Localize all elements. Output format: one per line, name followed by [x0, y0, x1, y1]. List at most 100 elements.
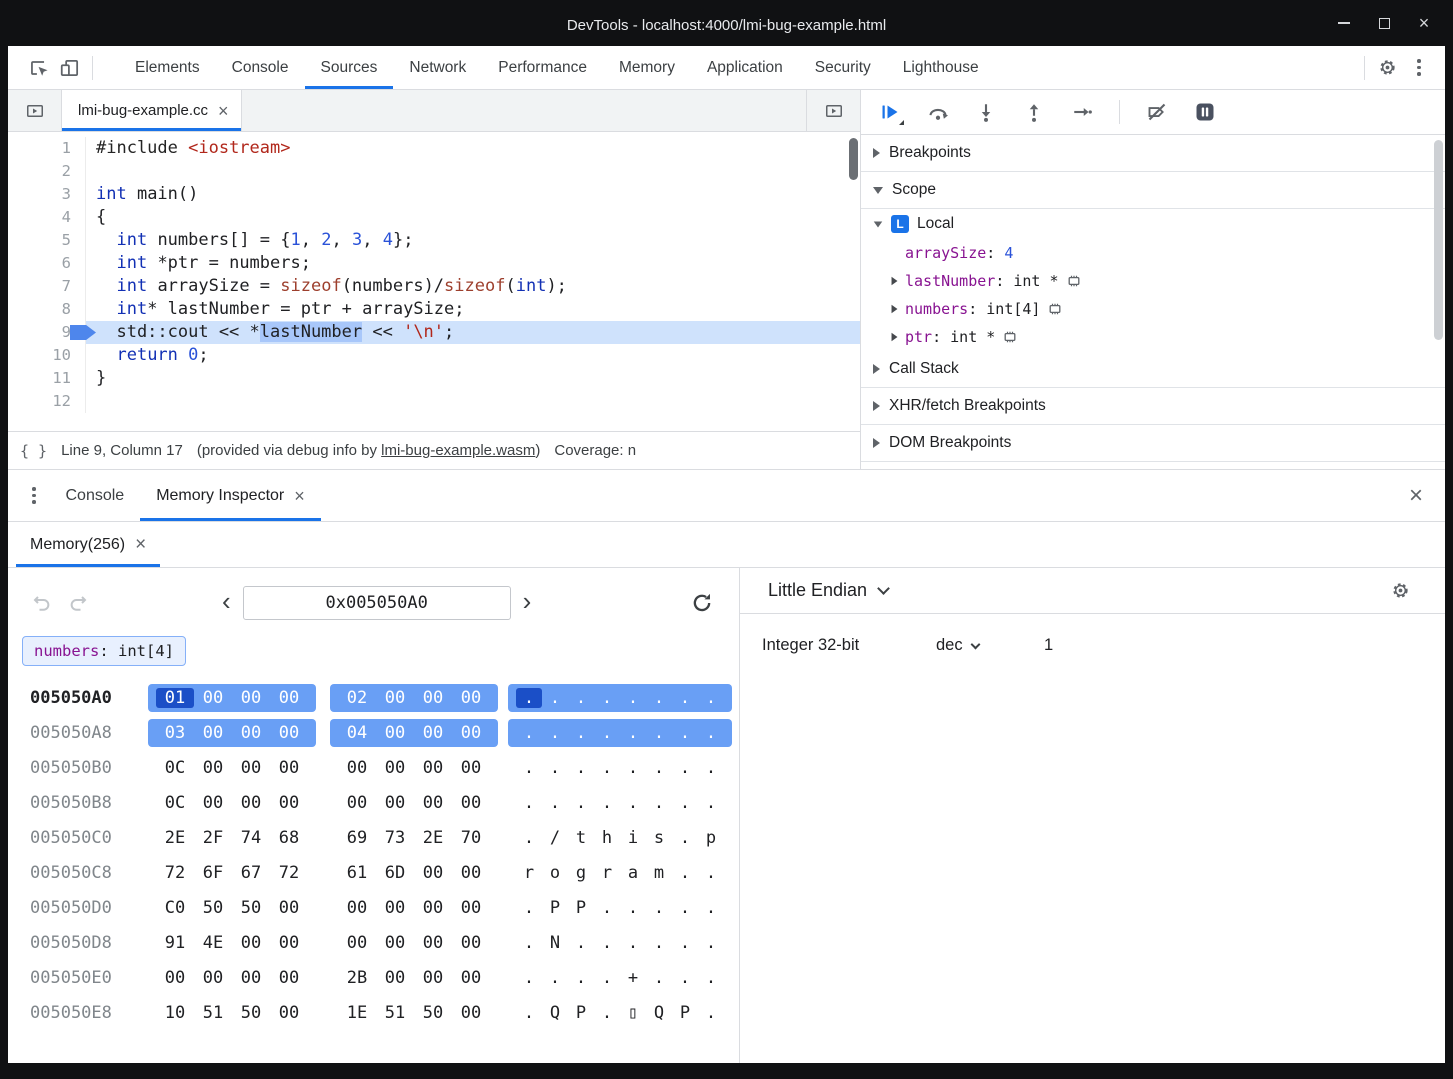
hex-byte[interactable]: 0C	[156, 758, 194, 778]
format-dropdown[interactable]: dec	[936, 636, 1044, 655]
main-menu-kebab-icon[interactable]	[1403, 52, 1435, 84]
code-text[interactable]: }	[86, 367, 860, 390]
hex-byte[interactable]: 00	[414, 723, 452, 743]
hex-byte[interactable]: 00	[414, 758, 452, 778]
hex-byte[interactable]: 00	[338, 758, 376, 778]
code-text[interactable]: int arraySize = sizeof(numbers)/sizeof(i…	[86, 275, 860, 298]
line-number[interactable]: 5	[8, 229, 86, 252]
tab-memory-inspector[interactable]: Memory Inspector ×	[140, 470, 321, 521]
code-text[interactable]: int *ptr = numbers;	[86, 252, 860, 275]
line-number[interactable]: 1	[8, 137, 86, 160]
code-text[interactable]: int numbers[] = {1, 2, 3, 4};	[86, 229, 860, 252]
dom-breakpoints-section-header[interactable]: DOM Breakpoints	[861, 425, 1445, 462]
ascii-char[interactable]: .	[594, 688, 620, 708]
editor-scrollbar[interactable]	[849, 138, 858, 180]
breakpoints-section-header[interactable]: Breakpoints	[861, 135, 1445, 172]
line-number[interactable]: 2	[8, 160, 86, 183]
ascii-char[interactable]: .	[646, 758, 672, 778]
hex-byte[interactable]: 00	[376, 723, 414, 743]
ascii-char[interactable]: .	[672, 793, 698, 813]
step-over-button[interactable]	[927, 101, 949, 123]
ascii-char[interactable]: .	[620, 933, 646, 953]
ascii-char[interactable]: .	[672, 723, 698, 743]
ascii-char[interactable]: .	[698, 723, 724, 743]
hex-byte[interactable]: 00	[414, 968, 452, 988]
tab-console[interactable]: Console	[216, 46, 305, 89]
endianness-dropdown[interactable]: Little Endian	[768, 580, 888, 601]
step-into-button[interactable]	[975, 101, 997, 123]
ascii-char[interactable]: .	[594, 933, 620, 953]
ascii-char[interactable]: .	[516, 758, 542, 778]
hex-byte[interactable]: 00	[270, 793, 308, 813]
hex-byte[interactable]: 00	[270, 688, 308, 708]
hex-byte[interactable]: 00	[270, 933, 308, 953]
hex-byte[interactable]: 00	[452, 793, 490, 813]
hex-byte[interactable]: 04	[338, 723, 376, 743]
ascii-char[interactable]: P	[542, 898, 568, 918]
hex-byte[interactable]: 70	[452, 828, 490, 848]
hex-byte[interactable]: 00	[232, 933, 270, 953]
ascii-char[interactable]: .	[568, 933, 594, 953]
tab-console[interactable]: Console	[50, 470, 141, 521]
maximize-button[interactable]	[1377, 16, 1391, 30]
tab-memory[interactable]: Memory	[603, 46, 691, 89]
hex-byte[interactable]: 00	[452, 688, 490, 708]
tab-memory-256[interactable]: Memory(256) ×	[16, 522, 160, 567]
ascii-char[interactable]: .	[542, 968, 568, 988]
hex-byte[interactable]: 00	[414, 898, 452, 918]
hex-byte[interactable]: 00	[194, 723, 232, 743]
hex-byte[interactable]: 00	[414, 863, 452, 883]
hex-byte[interactable]: 00	[452, 1003, 490, 1023]
resume-script-button[interactable]	[879, 101, 901, 123]
hex-byte[interactable]: 00	[452, 758, 490, 778]
line-number[interactable]: 10	[8, 344, 86, 367]
minimize-button[interactable]	[1337, 16, 1351, 30]
hex-byte[interactable]: 61	[338, 863, 376, 883]
tab-performance[interactable]: Performance	[482, 46, 603, 89]
hex-byte[interactable]: 00	[376, 933, 414, 953]
ascii-char[interactable]: ▯	[620, 1003, 646, 1023]
value-settings-gear-icon[interactable]	[1390, 580, 1411, 601]
ascii-char[interactable]: h	[594, 828, 620, 848]
ascii-char[interactable]: .	[516, 793, 542, 813]
tab-application[interactable]: Application	[691, 46, 799, 89]
ascii-char[interactable]: .	[620, 898, 646, 918]
hex-byte[interactable]: 74	[232, 828, 270, 848]
hex-byte[interactable]: 00	[376, 968, 414, 988]
debugger-overlay-toggle-icon[interactable]	[806, 90, 860, 131]
hex-byte[interactable]: 00	[376, 898, 414, 918]
ascii-char[interactable]: .	[568, 968, 594, 988]
hex-byte[interactable]: 00	[414, 688, 452, 708]
ascii-char[interactable]: /	[542, 828, 568, 848]
ascii-char[interactable]: .	[568, 758, 594, 778]
ascii-char[interactable]: .	[646, 723, 672, 743]
hex-byte[interactable]: 00	[232, 793, 270, 813]
ascii-char[interactable]: s	[646, 828, 672, 848]
ascii-char[interactable]: .	[672, 688, 698, 708]
hex-byte[interactable]: 72	[156, 863, 194, 883]
hex-byte[interactable]: 00	[156, 968, 194, 988]
hex-byte[interactable]: 2B	[338, 968, 376, 988]
code-text[interactable]: return 0;	[86, 344, 860, 367]
ascii-char[interactable]: .	[516, 898, 542, 918]
hex-byte[interactable]: 00	[414, 933, 452, 953]
ascii-char[interactable]: .	[620, 723, 646, 743]
hex-byte[interactable]: 00	[338, 793, 376, 813]
memory-chip-icon[interactable]	[1066, 273, 1082, 289]
hex-byte[interactable]: 50	[232, 898, 270, 918]
ascii-char[interactable]: g	[568, 863, 594, 883]
scope-local-row[interactable]: L Local	[861, 209, 1445, 239]
ascii-char[interactable]: .	[698, 863, 724, 883]
hex-byte[interactable]: C0	[156, 898, 194, 918]
history-forward-icon[interactable]	[68, 593, 88, 613]
call-stack-section-header[interactable]: Call Stack	[861, 351, 1445, 388]
hex-byte[interactable]: 50	[232, 1003, 270, 1023]
settings-gear-icon[interactable]	[1371, 52, 1403, 84]
ascii-char[interactable]: .	[672, 898, 698, 918]
hex-byte[interactable]: 03	[156, 723, 194, 743]
hex-byte[interactable]: 2E	[156, 828, 194, 848]
hex-byte[interactable]: 4E	[194, 933, 232, 953]
memory-inspector-tab-close-icon[interactable]: ×	[294, 487, 305, 505]
hex-byte[interactable]: 00	[452, 968, 490, 988]
ascii-char[interactable]: .	[646, 688, 672, 708]
